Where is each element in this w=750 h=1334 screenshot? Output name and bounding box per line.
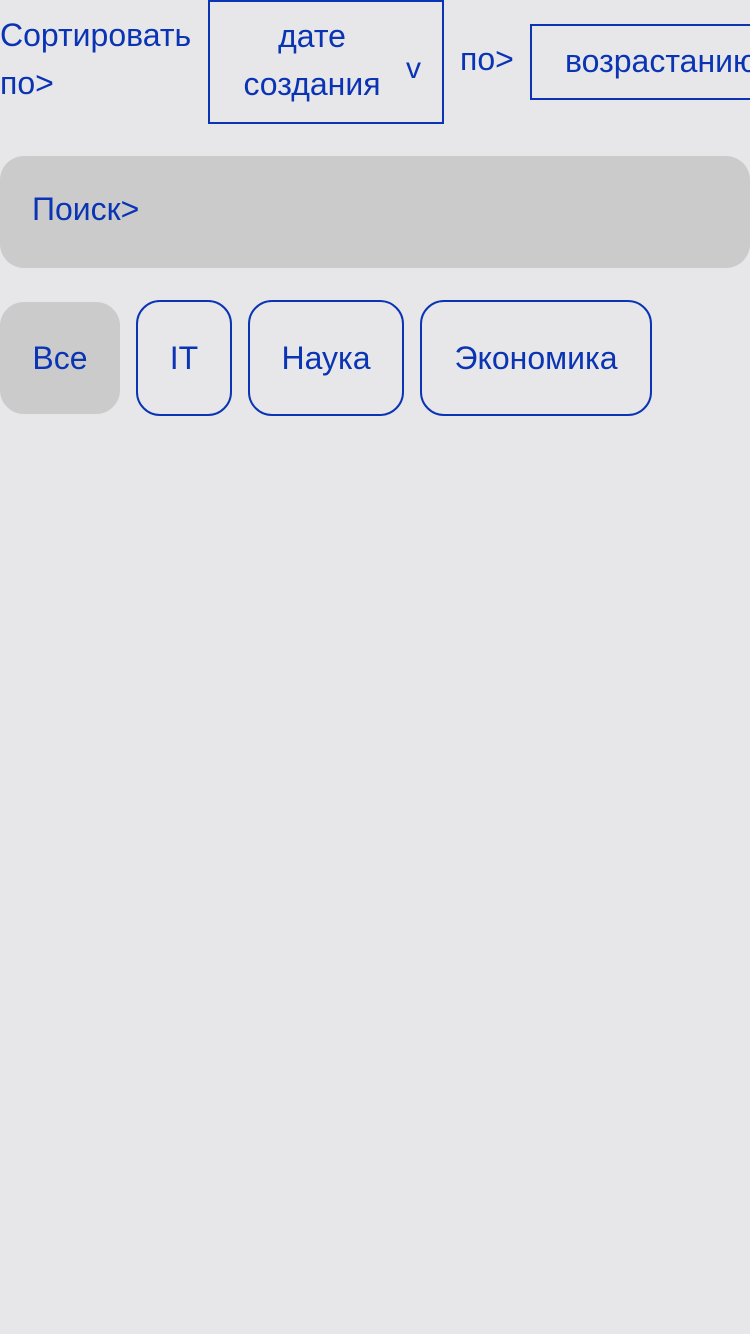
- sort-field-value: дате создания: [243, 18, 381, 102]
- sort-label: Сортировать по>: [0, 17, 192, 101]
- search-field[interactable]: Поиск>: [0, 156, 750, 268]
- sort-controls: Сортировать по> дате создания v по> возр…: [0, 0, 750, 124]
- sort-order-select[interactable]: возрастанию: [530, 24, 750, 100]
- sort-field-select[interactable]: дате создания v: [208, 0, 444, 124]
- search-label: Поиск>: [32, 191, 140, 227]
- chevron-down-icon: v: [406, 52, 421, 85]
- filter-chip-science[interactable]: Наука: [248, 300, 404, 416]
- category-filter-chips: Все IT Наука Экономика: [0, 300, 750, 416]
- filter-chip-it[interactable]: IT: [136, 300, 232, 416]
- filter-chip-all[interactable]: Все: [0, 302, 120, 414]
- sort-order-value: возрастанию: [565, 43, 750, 79]
- sort-order-label: по>: [460, 41, 514, 77]
- filter-chip-economics[interactable]: Экономика: [420, 300, 652, 416]
